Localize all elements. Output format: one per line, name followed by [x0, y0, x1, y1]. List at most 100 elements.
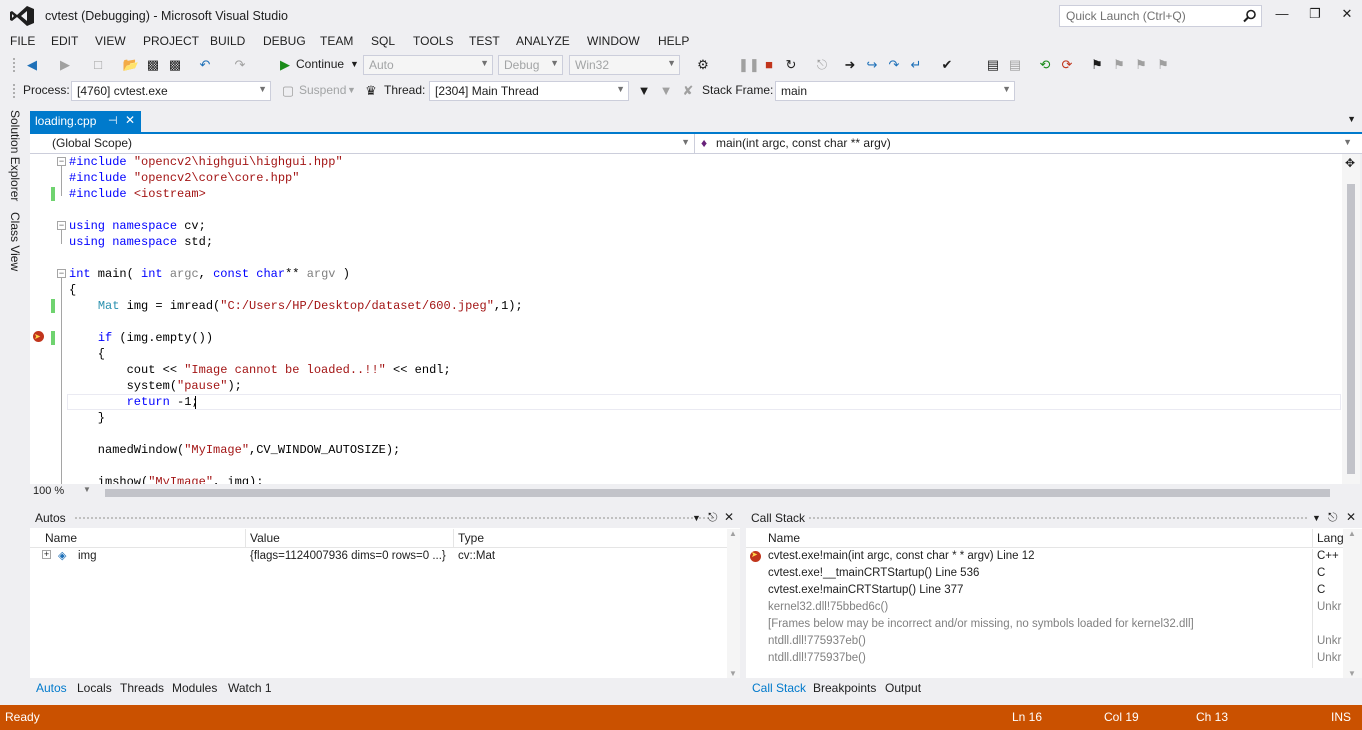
solution-config-select[interactable]: Auto ▼ [363, 55, 493, 75]
tab-breakpoints[interactable]: Breakpoints [813, 681, 876, 695]
scroll-thumb[interactable] [1347, 184, 1355, 474]
menu-analyze[interactable]: ANALYZE [516, 34, 570, 48]
suspend-icon[interactable]: ▢ [279, 82, 297, 100]
open-file-icon[interactable]: 📂 [122, 56, 140, 74]
close-icon[interactable]: ✕ [1346, 510, 1356, 524]
minimize-button[interactable]: — [1270, 6, 1294, 26]
menu-tools[interactable]: TOOLS [413, 34, 453, 48]
process-select[interactable]: [4760] cvtest.exe ▼ [71, 81, 271, 101]
stack-frame-select[interactable]: main ▼ [775, 81, 1015, 101]
expand-icon[interactable]: + [42, 550, 51, 559]
table-row[interactable]: cvtest.exe!mainCRTStartup() Line 377 C [746, 583, 1343, 600]
play-icon[interactable]: ▶ [276, 56, 294, 74]
show-threads-icon[interactable]: ▤ [984, 56, 1002, 74]
tab-autos[interactable]: Autos [36, 681, 67, 695]
filter-icon[interactable]: ▼ [635, 82, 653, 100]
window-menu-icon[interactable]: ▼ [692, 513, 701, 523]
menu-team[interactable]: TEAM [320, 34, 353, 48]
pause-icon[interactable]: ❚❚ [738, 56, 760, 74]
pin-icon[interactable]: ⎋ [708, 510, 718, 525]
build-config-select[interactable]: Debug ▼ [498, 55, 563, 75]
clear-bookmarks-icon[interactable]: ⚑ [1154, 56, 1172, 74]
column-name[interactable]: Name [768, 531, 800, 545]
filter-clear-icon[interactable]: ▼ [657, 82, 675, 100]
continue-dropdown-icon[interactable]: ▼ [350, 59, 359, 69]
redo-icon[interactable]: ↷ [231, 56, 249, 74]
prev-bookmark-icon[interactable]: ⚑ [1110, 56, 1128, 74]
hex-display-icon[interactable]: ✔ [938, 56, 956, 74]
menu-view[interactable]: VIEW [95, 34, 126, 48]
table-row[interactable]: kernel32.dll!75bbed6c() Unkr [746, 600, 1343, 617]
collapse-icon[interactable]: − [57, 269, 66, 278]
scope-select[interactable]: (Global Scope) ▼ [30, 134, 695, 153]
next-bookmark-icon[interactable]: ⚑ [1132, 56, 1150, 74]
pane-grip[interactable] [808, 516, 1308, 521]
show-next-statement-icon[interactable]: ➜ [841, 56, 859, 74]
pin-icon[interactable]: ⊣ [108, 114, 118, 127]
undo-icon[interactable]: ↶ [196, 56, 214, 74]
suspend-button[interactable]: Suspend [299, 83, 346, 97]
forward-arrow-icon[interactable]: ▶ [56, 56, 74, 74]
menu-help[interactable]: HELP [658, 34, 689, 48]
indicator-margin[interactable] [30, 154, 54, 484]
code-editor[interactable]: ➤ − − − #include "opencv2\highgui\highgu… [30, 154, 1342, 484]
new-project-icon[interactable]: □ [89, 56, 107, 74]
zoom-select[interactable]: 100 % ▼ [33, 485, 91, 500]
back-arrow-icon[interactable]: ◀ [23, 56, 41, 74]
menu-edit[interactable]: EDIT [51, 34, 78, 48]
scroll-up-icon[interactable]: ▲ [729, 529, 737, 538]
quick-launch-input[interactable]: Quick Launch (Ctrl+Q) [1059, 5, 1262, 27]
step-over-icon[interactable]: ↷ [885, 56, 903, 74]
menu-file[interactable]: FILE [10, 34, 35, 48]
chevron-down-icon[interactable]: ▼ [347, 85, 356, 95]
tab-class-view[interactable]: Class View [8, 212, 22, 271]
pin-icon[interactable]: ⎋ [1328, 510, 1338, 525]
column-type[interactable]: Type [458, 531, 484, 545]
continue-button[interactable]: Continue [296, 57, 344, 71]
bookmark-icon[interactable]: ⚑ [1088, 56, 1106, 74]
menu-debug[interactable]: DEBUG [263, 34, 306, 48]
column-value[interactable]: Value [250, 531, 280, 545]
column-name[interactable]: Name [45, 531, 77, 545]
menu-build[interactable]: BUILD [210, 34, 245, 48]
step-into-icon[interactable]: ↪ [863, 56, 881, 74]
member-select[interactable]: ♦ main(int argc, const char ** argv) ▼ [696, 134, 1356, 153]
close-icon[interactable]: ✕ [724, 510, 734, 524]
tab-output[interactable]: Output [885, 681, 921, 695]
stop-icon[interactable]: ■ [760, 56, 778, 74]
comment-icon[interactable]: ⟲ [1036, 56, 1054, 74]
table-row[interactable]: ntdll.dll!775937be() Unkr [746, 651, 1343, 668]
editor-vertical-scrollbar[interactable]: ✥ [1342, 154, 1360, 484]
scroll-down-icon[interactable]: ▼ [1348, 669, 1356, 678]
close-icon[interactable]: ✕ [125, 113, 135, 127]
table-row[interactable]: + ◈ img {flags=1124007936 dims=0 rows=0 … [30, 549, 727, 566]
thread-filter-icon[interactable]: ▤ [1006, 56, 1024, 74]
column-separator[interactable] [453, 529, 454, 548]
toolbar-grip[interactable] [12, 83, 16, 99]
toolbar-grip[interactable] [12, 57, 16, 73]
column-separator[interactable] [1312, 529, 1313, 548]
save-icon[interactable]: ▩ [144, 56, 162, 74]
save-all-icon[interactable]: ▩ [166, 56, 184, 74]
menu-sql[interactable]: SQL [371, 34, 395, 48]
scroll-thumb[interactable] [105, 489, 1330, 497]
pane-grip[interactable] [74, 516, 714, 521]
flag-icon[interactable]: ✘ [679, 82, 697, 100]
call-stack-scrollbar[interactable]: ▲ ▼ [1343, 529, 1362, 678]
tab-solution-explorer[interactable]: Solution Explorer [8, 110, 22, 201]
split-icon[interactable]: ✥ [1345, 156, 1355, 170]
tab-threads[interactable]: Threads [120, 681, 164, 695]
table-row[interactable]: cvtest.exe!__tmainCRTStartup() Line 536 C [746, 566, 1343, 583]
close-window-button[interactable]: ✕ [1335, 6, 1359, 26]
uncomment-icon[interactable]: ⟳ [1058, 56, 1076, 74]
tab-locals[interactable]: Locals [77, 681, 112, 695]
menu-project[interactable]: PROJECT [143, 34, 199, 48]
step-out-icon[interactable]: ↵ [907, 56, 925, 74]
collapse-icon[interactable]: − [57, 157, 66, 166]
document-list-icon[interactable]: ▼ [1347, 114, 1356, 124]
menu-window[interactable]: WINDOW [587, 34, 640, 48]
editor-horizontal-scrollbar[interactable] [95, 485, 1340, 500]
variable-value[interactable]: {flags=1124007936 dims=0 rows=0 ...} [250, 550, 446, 562]
apply-code-changes-icon[interactable]: ⎋ [813, 56, 831, 74]
pane-splitter[interactable] [30, 501, 1362, 509]
